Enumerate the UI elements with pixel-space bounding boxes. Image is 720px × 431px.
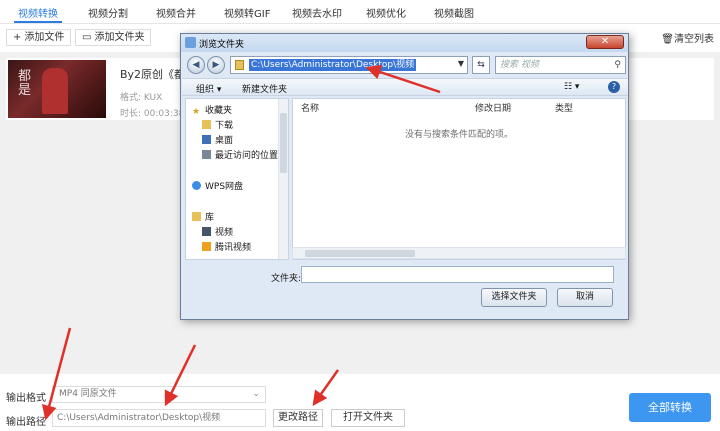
clear-list-label: 清空列表 [674,34,714,45]
dialog-titlebar: 浏览文件夹 ✕ [181,34,628,52]
chevron-down-icon: ⌄ [252,389,260,399]
folder-icon: ▭ [82,32,92,43]
nav-wps[interactable]: WPS网盘 [192,179,243,192]
address-row: ◀ ▶ C:\Users\Administrator\Desktop\视频 ▼ … [185,54,626,76]
desktop-icon [202,135,211,144]
output-format-value: MP4 同原文件 [59,389,117,399]
address-bar[interactable]: C:\Users\Administrator\Desktop\视频 ▼ [230,56,468,74]
nav-video-label: 视频 [215,228,234,238]
trash-icon: 🗑 [661,34,674,45]
nav-recent-label: 最近访问的位置 [215,151,279,161]
tab-video-convert[interactable]: 视频转换 [18,5,58,20]
tab-video-merge[interactable]: 视频合并 [156,5,196,20]
close-icon: ✕ [600,36,610,47]
nav-downloads[interactable]: 下载 [202,118,233,131]
nav-wps-label: WPS网盘 [205,182,244,192]
thumbnail-figure [42,68,68,114]
forward-button[interactable]: ▶ [207,56,225,74]
address-path[interactable]: C:\Users\Administrator\Desktop\视频 [249,59,417,71]
file-duration: 时长: 00:03:38 [120,109,185,119]
nav-tencent-video[interactable]: 腾讯视频 [202,240,251,253]
plus-icon: + [13,32,22,43]
chevron-down-icon[interactable]: ▼ [458,59,464,68]
view-options-icon[interactable]: ☷ ▾ [564,82,579,92]
refresh-icon: ⇆ [477,60,485,70]
cloud-icon [192,181,201,190]
convert-all-button[interactable]: 全部转换 [629,393,711,422]
browse-folder-dialog: 浏览文件夹 ✕ ◀ ▶ C:\Users\Administrator\Deskt… [180,33,629,320]
column-name[interactable]: 名称 [301,101,319,114]
tab-video-screenshot[interactable]: 视频截图 [434,5,474,20]
close-button[interactable]: ✕ [586,35,624,49]
column-type[interactable]: 类型 [555,101,573,114]
arrow-left-icon: ◀ [192,60,200,70]
nav-downloads-label: 下载 [215,121,234,131]
search-placeholder: 搜索 视频 [500,60,539,70]
nav-library-label: 库 [205,213,215,223]
search-input[interactable]: 搜索 视频 ⚲ [495,56,626,74]
folder-icon [235,60,244,70]
nav-library[interactable]: 库 [192,210,214,223]
recent-places-icon [202,150,211,159]
add-folder-button[interactable]: ▭ 添加文件夹 [75,29,152,46]
folder-name-input[interactable] [301,266,614,283]
nav-recent[interactable]: 最近访问的位置 [202,148,278,161]
nav-favorites[interactable]: ★ 收藏夹 [192,103,233,117]
library-icon [192,212,201,221]
output-path-label: 输出路径 [6,417,46,428]
output-path-field[interactable]: C:\Users\Administrator\Desktop\视频 [52,409,266,427]
tab-video-split[interactable]: 视频分割 [88,5,128,20]
organize-menu[interactable]: 组织 ▾ [196,82,221,95]
back-button[interactable]: ◀ [187,56,205,74]
folder-label: 文件夹: [271,274,302,284]
select-folder-button[interactable]: 选择文件夹 [481,288,547,307]
active-tab-indicator [14,21,62,23]
help-icon[interactable]: ? [608,81,620,93]
star-icon: ★ [192,107,201,117]
add-file-button[interactable]: + 添加文件 [6,29,72,46]
output-format-label: 输出格式 [6,393,46,404]
change-path-button[interactable]: 更改路径 [273,409,323,427]
thumbnail-text: 都是 [18,69,32,98]
open-folder-button[interactable]: 打开文件夹 [331,409,405,427]
folder-icon [202,242,211,251]
tab-video-to-gif[interactable]: 视频转GIF [224,5,270,20]
arrow-right-icon: ▶ [212,60,220,70]
refresh-button[interactable]: ⇆ [472,56,490,74]
add-file-label: 添加文件 [24,32,65,43]
nav-favorites-label: 收藏夹 [205,106,233,116]
empty-message: 没有与搜索条件匹配的项。 [404,130,513,140]
nav-scroll-thumb[interactable] [280,113,287,173]
file-pane: 名称 修改日期 类型 没有与搜索条件匹配的项。 [292,98,626,260]
tab-video-optimize[interactable]: 视频优化 [366,5,406,20]
add-folder-label: 添加文件夹 [94,32,145,43]
nav-desktop[interactable]: 桌面 [202,133,233,146]
nav-tencent-video-label: 腾讯视频 [215,243,252,253]
horizontal-scrollbar[interactable] [292,247,626,259]
tab-video-watermark[interactable]: 视频去水印 [292,5,342,20]
output-format-select[interactable]: MP4 同原文件 ⌄ [52,386,266,403]
nav-scrollbar[interactable] [278,99,288,259]
bottom-bar: 输出格式 MP4 同原文件 ⌄ 输出路径 C:\Users\Administra… [0,374,720,431]
navigation-pane: ★ 收藏夹 下载 桌面 最近访问的位置 WPS网盘 库 视频 腾讯视频 [185,98,289,260]
command-bar: 组织 ▾ 新建文件夹 ☷ ▾ ? [182,78,628,96]
file-format: 格式: KUX [120,93,163,103]
column-modified[interactable]: 修改日期 [475,101,511,114]
download-folder-icon [202,120,211,129]
cancel-button[interactable]: 取消 [557,288,613,307]
clear-list-button[interactable]: 🗑清空列表 [661,30,714,45]
new-folder-button[interactable]: 新建文件夹 [242,82,287,95]
nav-desktop-label: 桌面 [215,136,234,146]
dialog-title: 浏览文件夹 [199,40,245,50]
top-tab-bar: 视频转换 视频分割 视频合并 视频转GIF 视频去水印 视频优化 视频截图 [0,0,720,24]
video-library-icon [202,227,211,236]
dialog-app-icon [185,37,196,48]
search-icon: ⚲ [614,60,621,70]
nav-video[interactable]: 视频 [202,225,233,238]
horizontal-scroll-thumb[interactable] [305,250,415,257]
video-thumbnail: 都是 [8,60,106,118]
